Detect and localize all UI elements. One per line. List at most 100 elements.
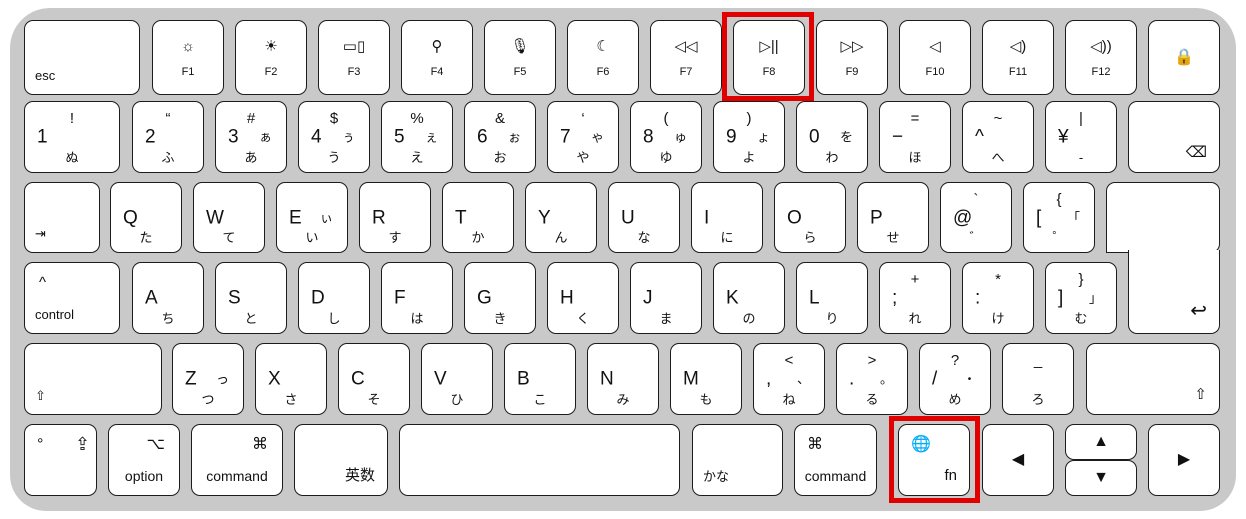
key-bracket-right[interactable]: ]}」む <box>1045 262 1117 334</box>
key-delete[interactable]: ⌫ <box>1128 101 1220 173</box>
key-9[interactable]: 9) ょよ <box>713 101 785 173</box>
key-arrow-left[interactable]: ◀ <box>982 424 1054 496</box>
esc-legend-bl: esc <box>35 68 56 83</box>
key-3[interactable]: 3 # ぁあ <box>215 101 287 173</box>
key-u[interactable]: Uな <box>608 182 680 253</box>
key-shift-left[interactable]: ⇧ <box>24 343 162 415</box>
key-caret[interactable]: ^ ~ へ <box>962 101 1034 173</box>
key-4[interactable]: 4 $ ぅう <box>298 101 370 173</box>
key-f4[interactable]: ⚲ F4 <box>401 20 473 95</box>
key-q[interactable]: Qた <box>110 182 182 253</box>
key-f2[interactable]: ☀ F2 <box>235 20 307 95</box>
key-tab[interactable]: ⇥ <box>24 182 100 253</box>
6-legend-main: 6 <box>477 126 488 148</box>
l-legend-bottom: り <box>825 311 839 326</box>
key-f3[interactable]: ▭▯ F3 <box>318 20 390 95</box>
key-underscore[interactable]: _ ろ <box>1002 343 1074 415</box>
key-l[interactable]: Lり <box>796 262 868 334</box>
n-legend-main: N <box>600 368 614 390</box>
key-at[interactable]: @ ` ゛ <box>940 182 1012 253</box>
key-return[interactable] <box>1106 182 1220 253</box>
key-f7[interactable]: ◁◁ F7 <box>650 20 722 95</box>
key-shift-right[interactable]: ⇧ <box>1086 343 1220 415</box>
key-g[interactable]: Gき <box>464 262 536 334</box>
key-arrow-down[interactable]: ▼ <box>1065 460 1137 496</box>
q-legend-bottom: た <box>139 230 153 245</box>
key-x[interactable]: Xさ <box>255 343 327 415</box>
key-bracket-left[interactable]: [{「゜ <box>1023 182 1095 253</box>
key-period[interactable]: . >。る <box>836 343 908 415</box>
key-caps-lock[interactable]: ° ⇪ <box>24 424 97 496</box>
key-f6[interactable]: ☾ F6 <box>567 20 639 95</box>
semicolon-legend-main: ; <box>892 287 898 309</box>
key-slash[interactable]: /? ・め <box>919 343 991 415</box>
key-r[interactable]: Rす <box>359 182 431 253</box>
key-1[interactable]: 1! ぬ <box>24 101 120 173</box>
h-legend-main: H <box>560 287 574 309</box>
key-e[interactable]: E ぃい <box>276 182 348 253</box>
key-eisu[interactable]: 英数 <box>294 424 388 496</box>
key-f9[interactable]: ▷▷ F9 <box>816 20 888 95</box>
key-f[interactable]: Fは <box>381 262 453 334</box>
f12-legend-label: F12 <box>1091 66 1111 78</box>
key-a[interactable]: Aち <box>132 262 204 334</box>
3-legend-right: ぁ <box>258 129 272 145</box>
key-6[interactable]: 6 & ぉお <box>464 101 536 173</box>
key-i[interactable]: Iに <box>691 182 763 253</box>
key-f10[interactable]: ◁ F10 <box>899 20 971 95</box>
key-command-right[interactable]: command ⌘ <box>794 424 877 496</box>
key-n[interactable]: Nみ <box>587 343 659 415</box>
key-return-lower[interactable]: ↩ <box>1128 250 1220 334</box>
key-lock[interactable]: 🔒 <box>1148 20 1220 95</box>
key-yen[interactable]: ¥ | - <box>1045 101 1117 173</box>
key-semicolon[interactable]: ; + れ <box>879 262 951 334</box>
key-2[interactable]: 2 “ ふ <box>132 101 204 173</box>
key-k[interactable]: Kの <box>713 262 785 334</box>
key-kana[interactable]: かな <box>692 424 783 496</box>
key-w[interactable]: Wて <box>193 182 265 253</box>
key-8[interactable]: 8 (ゅゆ <box>630 101 702 173</box>
key-m[interactable]: Mも <box>670 343 742 415</box>
f2-legend-label: F2 <box>264 66 278 78</box>
key-arrow-up[interactable]: ▲ <box>1065 424 1137 460</box>
key-comma[interactable]: , <、ね <box>753 343 825 415</box>
key-p[interactable]: Pせ <box>857 182 929 253</box>
key-z[interactable]: Z っつ <box>172 343 244 415</box>
key-control[interactable]: control ^ <box>24 262 120 334</box>
key-f11[interactable]: ◁) F11 <box>982 20 1054 95</box>
comma-legend-bottom: ね <box>782 392 796 407</box>
key-f1[interactable]: ☼ F1 <box>152 20 224 95</box>
key-0[interactable]: 0 をわ <box>796 101 868 173</box>
key-command-left[interactable]: command ⌘ <box>191 424 283 496</box>
key-f12[interactable]: ◁)) F12 <box>1065 20 1137 95</box>
caps-lock-icon: ⇪ <box>75 434 91 454</box>
key-5[interactable]: 5% ぇえ <box>381 101 453 173</box>
v-legend-bottom: ひ <box>450 392 464 407</box>
key-d[interactable]: Dし <box>298 262 370 334</box>
key-colon[interactable]: : * け <box>962 262 1034 334</box>
key-arrow-right[interactable]: ▶ <box>1148 424 1220 496</box>
key-j[interactable]: Jま <box>630 262 702 334</box>
tab-icon: ⇥ <box>35 226 46 241</box>
key-space[interactable] <box>399 424 680 496</box>
key-c[interactable]: Cそ <box>338 343 410 415</box>
0-legend-main: 0 <box>809 126 820 148</box>
key-t[interactable]: Tか <box>442 182 514 253</box>
key-s[interactable]: Sと <box>215 262 287 334</box>
key-option[interactable]: option ⌥ <box>108 424 180 496</box>
minus-legend-main: − <box>892 126 904 148</box>
key-h[interactable]: Hく <box>547 262 619 334</box>
key-minus[interactable]: − = ほ <box>879 101 951 173</box>
f12-icon: ◁)) <box>1090 38 1112 55</box>
key-y[interactable]: Yん <box>525 182 597 253</box>
key-esc[interactable]: esc <box>24 20 140 95</box>
2-legend-main: 2 <box>145 126 156 148</box>
key-b[interactable]: Bこ <box>504 343 576 415</box>
key-7[interactable]: 7 ‘ ゃや <box>547 101 619 173</box>
key-f5[interactable]: 🎙 F5 <box>484 20 556 95</box>
z-legend-main: Z <box>185 368 197 390</box>
4-legend-bottom: う <box>327 150 341 165</box>
key-v[interactable]: Vひ <box>421 343 493 415</box>
key-o[interactable]: Oら <box>774 182 846 253</box>
f5-icon: 🎙 <box>510 38 530 55</box>
